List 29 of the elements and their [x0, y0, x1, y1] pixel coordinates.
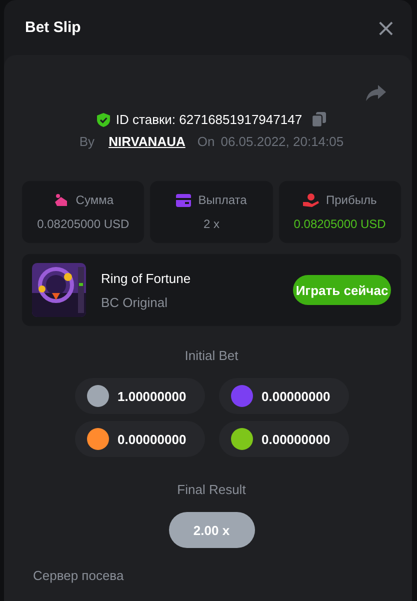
stat-value: 0.08205000 USD — [294, 217, 386, 231]
stat-value: 2 x — [203, 217, 220, 231]
stat-value: 0.08205000 USD — [37, 217, 130, 231]
chip-value: 0.00000000 — [262, 432, 330, 446]
chip-value: 0.00000000 — [118, 432, 186, 446]
game-provider: BC Original — [101, 294, 168, 310]
close-button[interactable]: × — [374, 16, 398, 40]
stat-label: Выплата — [198, 193, 247, 207]
game-title: Ring of Fortune — [101, 270, 192, 286]
username-link[interactable]: NIRVANAUA — [108, 134, 186, 149]
section-title: Initial Bet — [184, 348, 238, 363]
chip-value: 0.00000000 — [262, 388, 330, 404]
on-label: On — [197, 134, 215, 149]
by-label: By — [79, 134, 95, 149]
play-now-button[interactable]: Играть сейчас — [293, 275, 391, 305]
section-title: Final Result — [177, 482, 246, 497]
share-icon[interactable] — [366, 85, 386, 101]
stat-label: Сумма — [76, 193, 114, 207]
chip-value: 1.00000000 — [118, 388, 186, 404]
shield-check-icon — [96, 112, 110, 126]
stat-label: Прибыль — [326, 193, 377, 207]
modal-title: Bet Slip — [25, 19, 81, 36]
bet-id: ID ставки: 62716851917947147 — [116, 112, 302, 127]
bet-date: 06.05.2022, 20:14:05 — [220, 134, 344, 149]
result-badge: 2.00 x — [168, 512, 254, 548]
copy-icon[interactable] — [312, 112, 326, 127]
hand-coin-icon — [302, 193, 319, 207]
section-title: Сервер посева — [33, 568, 124, 583]
wallet-icon — [176, 194, 192, 206]
